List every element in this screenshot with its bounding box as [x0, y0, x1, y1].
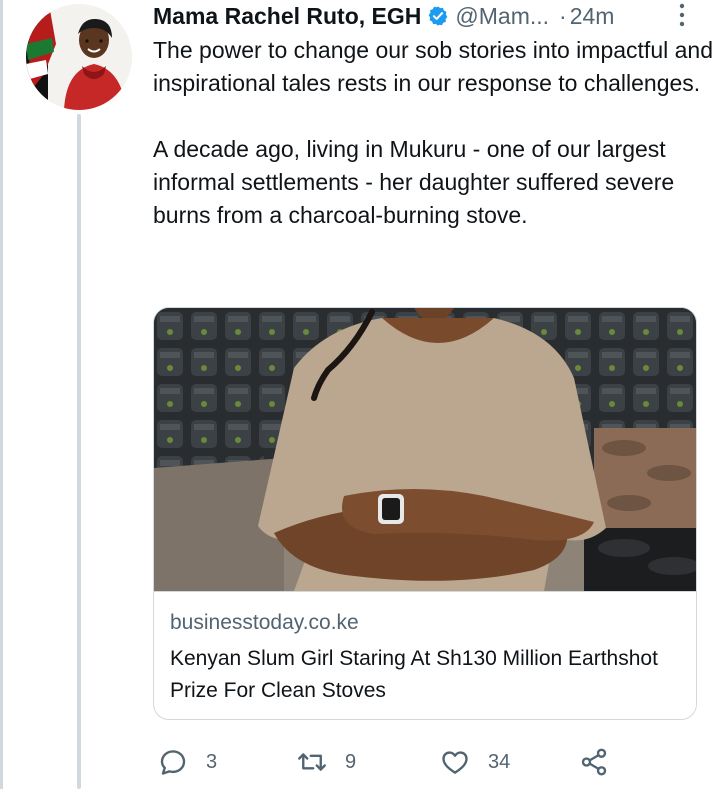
card-title: Kenyan Slum Girl Staring At Sh130 Millio…: [170, 647, 658, 702]
retweet-icon: [298, 753, 326, 771]
card-domain: businesstoday.co.ke: [170, 611, 359, 634]
display-name[interactable]: Mama Rachel Ruto, EGH: [153, 3, 421, 30]
thread-line: [77, 114, 81, 789]
tweet-header: Mama Rachel Ruto, EGH @Mam... · 24m: [153, 0, 614, 32]
timestamp[interactable]: 24m: [570, 3, 615, 30]
verified-badge-icon: [429, 6, 448, 26]
tweet-paragraph-2: A decade ago, living in Mukuru - one of …: [153, 136, 675, 228]
reply-button[interactable]: 3: [158, 742, 217, 782]
handle[interactable]: @Mam...: [455, 3, 549, 30]
tweet-text: The power to change our sob stories into…: [153, 34, 713, 232]
share-icon: [581, 748, 607, 776]
avatar-photo: [26, 4, 132, 110]
like-count: 34: [488, 750, 511, 773]
avatar[interactable]: [26, 4, 132, 110]
timeline-left-border: [0, 0, 3, 789]
tweet-paragraph-1: The power to change our sob stories into…: [153, 37, 713, 96]
card-image[interactable]: [154, 308, 697, 591]
retweet-count: 9: [345, 750, 357, 773]
link-card[interactable]: businesstoday.co.ke Kenyan Slum Girl Sta…: [153, 307, 697, 720]
reply-icon: [160, 750, 186, 775]
reply-count: 3: [206, 750, 218, 773]
like-icon: [442, 751, 468, 774]
like-button[interactable]: 34: [440, 742, 510, 782]
separator-dot: ·: [559, 2, 567, 29]
card-divider: [154, 591, 696, 592]
share-button[interactable]: [579, 742, 609, 782]
more-options-icon[interactable]: [676, 2, 688, 28]
action-bar: 3 9 34: [153, 742, 713, 782]
retweet-button[interactable]: 9: [297, 742, 356, 782]
